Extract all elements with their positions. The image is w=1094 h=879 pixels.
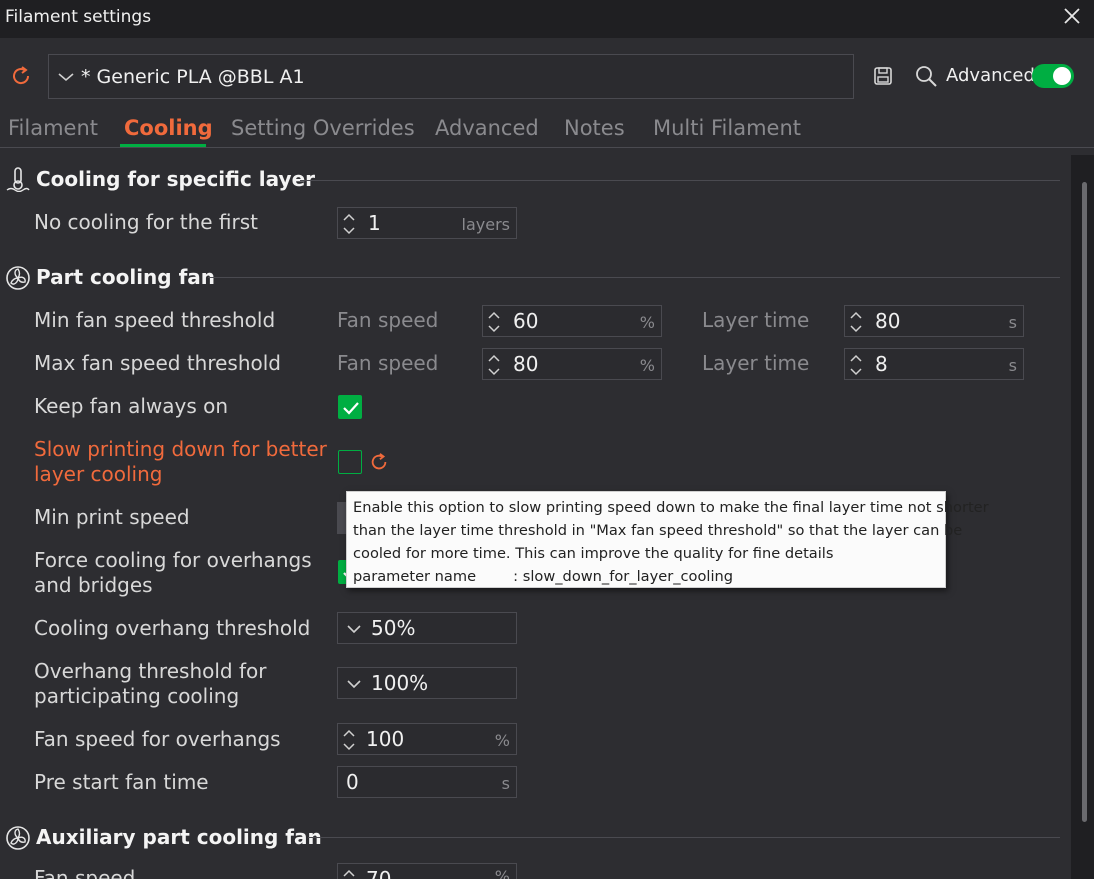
force-cooling-label-line1: Force cooling for overhangs	[34, 548, 312, 572]
preset-dropdown[interactable]: * Generic PLA @BBL A1	[48, 54, 854, 99]
reset-icon[interactable]	[369, 452, 389, 472]
chevron-down-icon	[347, 680, 361, 689]
fan-overhangs-unit: %	[494, 731, 510, 750]
keep-fan-label: Keep fan always on	[34, 394, 229, 418]
fan-overhangs-label: Fan speed for overhangs	[34, 727, 281, 751]
slow-down-checkbox[interactable]	[338, 450, 362, 474]
fan-icon	[6, 266, 30, 290]
check-icon	[343, 402, 359, 415]
advanced-label: Advanced	[946, 65, 1035, 86]
min-layer-time-unit: s	[1008, 313, 1017, 332]
save-icon[interactable]	[873, 66, 893, 86]
tab-filament[interactable]: Filament	[8, 116, 98, 140]
spinner-icon[interactable]	[849, 309, 863, 335]
no-cooling-label: No cooling for the first	[34, 210, 258, 234]
overhang-participating-label-line1: Overhang threshold for	[34, 659, 267, 683]
pre-start-value: 0	[346, 770, 359, 794]
tooltip-parameter-name: parameter name : slow_down_for_layer_coo…	[353, 568, 734, 585]
max-threshold-label: Max fan speed threshold	[34, 351, 282, 375]
min-fan-speed-input[interactable]: 60 %	[482, 305, 662, 337]
layer-time-sublabel: Layer time	[702, 351, 810, 375]
pre-start-label: Pre start fan time	[34, 770, 209, 794]
tooltip: Enable this option to slow printing spee…	[346, 491, 989, 588]
tooltip-line: than the layer time threshold in "Max fa…	[353, 522, 963, 539]
tab-bar: Filament Cooling Setting Overrides Advan…	[0, 112, 1094, 148]
tab-setting-overrides[interactable]: Setting Overrides	[231, 116, 415, 140]
search-icon[interactable]	[914, 64, 938, 88]
aux-fan-speed-unit: %	[494, 867, 510, 879]
overhang-participating-select[interactable]: 100%	[337, 667, 517, 699]
chevron-down-icon	[58, 73, 74, 82]
close-icon[interactable]	[1062, 6, 1082, 26]
no-cooling-unit: layers	[461, 215, 510, 234]
tooltip-line: cooled for more time. This can improve t…	[353, 545, 834, 562]
chevron-down-icon	[347, 625, 361, 634]
min-layer-time-input[interactable]: 80 s	[844, 305, 1024, 337]
min-threshold-label: Min fan speed threshold	[34, 308, 276, 332]
spinner-icon[interactable]	[849, 352, 863, 378]
aux-fan-speed-value: 70	[366, 867, 392, 879]
overhang-threshold-select[interactable]: 50%	[337, 612, 517, 644]
fan-speed-sublabel: Fan speed	[337, 308, 439, 332]
aux-fan-speed-label: Fan speed	[34, 866, 136, 879]
advanced-toggle[interactable]	[1032, 64, 1074, 88]
max-fan-speed-input[interactable]: 80 %	[482, 348, 662, 380]
min-fan-speed-value: 60	[513, 309, 539, 333]
tab-multi-filament[interactable]: Multi Filament	[653, 116, 801, 140]
slow-down-label-line1: Slow printing down for better	[34, 437, 327, 461]
toggle-knob	[1053, 67, 1071, 85]
section-title-aux-fan: Auxiliary part cooling fan	[36, 825, 322, 849]
section-divider	[308, 837, 1060, 838]
max-layer-time-input[interactable]: 8 s	[844, 348, 1024, 380]
layer-time-sublabel: Layer time	[702, 308, 810, 332]
no-cooling-input[interactable]: 1 layers	[337, 207, 517, 239]
tab-cooling[interactable]: Cooling	[124, 116, 213, 140]
fan-overhangs-input[interactable]: 100 %	[337, 723, 517, 755]
tab-notes[interactable]: Notes	[564, 116, 625, 140]
section-divider	[300, 180, 1060, 181]
spinner-icon[interactable]	[487, 309, 501, 335]
scrollbar-thumb[interactable]	[1082, 182, 1087, 822]
fan-overhangs-value: 100	[366, 727, 405, 751]
keep-fan-checkbox[interactable]	[338, 395, 362, 419]
no-cooling-value: 1	[368, 211, 381, 235]
slow-down-label-line2: layer cooling	[34, 462, 163, 486]
spinner-icon[interactable]	[342, 867, 356, 879]
section-title-specific-layer: Cooling for specific layer	[36, 167, 315, 191]
title-bar: Filament settings	[0, 0, 1094, 38]
reset-icon[interactable]	[10, 65, 32, 87]
spinner-icon[interactable]	[342, 211, 356, 237]
overhang-participating-value: 100%	[371, 671, 429, 695]
preset-name: * Generic PLA @BBL A1	[81, 66, 305, 88]
section-divider	[208, 277, 1060, 278]
pre-start-input[interactable]: 0 s	[337, 766, 517, 798]
max-layer-time-value: 8	[875, 352, 888, 376]
spinner-icon[interactable]	[487, 352, 501, 378]
fan-speed-sublabel: Fan speed	[337, 351, 439, 375]
max-fan-speed-unit: %	[639, 356, 655, 375]
min-print-speed-label: Min print speed	[34, 505, 190, 529]
thermometer-icon	[6, 167, 30, 192]
overhang-participating-label-line2: participating cooling	[34, 684, 240, 708]
section-title-part-fan: Part cooling fan	[36, 265, 216, 289]
spinner-icon[interactable]	[342, 727, 356, 753]
fan-icon	[6, 826, 30, 850]
min-fan-speed-unit: %	[639, 313, 655, 332]
overhang-threshold-label: Cooling overhang threshold	[34, 616, 311, 640]
overhang-threshold-value: 50%	[371, 616, 416, 640]
force-cooling-label-line2: and bridges	[34, 573, 153, 597]
min-layer-time-value: 80	[875, 309, 901, 333]
pre-start-unit: s	[501, 774, 510, 793]
tab-advanced[interactable]: Advanced	[435, 116, 539, 140]
window-title: Filament settings	[5, 7, 152, 27]
active-tab-indicator	[120, 144, 206, 147]
tooltip-line: Enable this option to slow printing spee…	[353, 499, 989, 516]
max-fan-speed-value: 80	[513, 352, 539, 376]
aux-fan-speed-input[interactable]: 70 %	[337, 863, 517, 879]
max-layer-time-unit: s	[1008, 356, 1017, 375]
